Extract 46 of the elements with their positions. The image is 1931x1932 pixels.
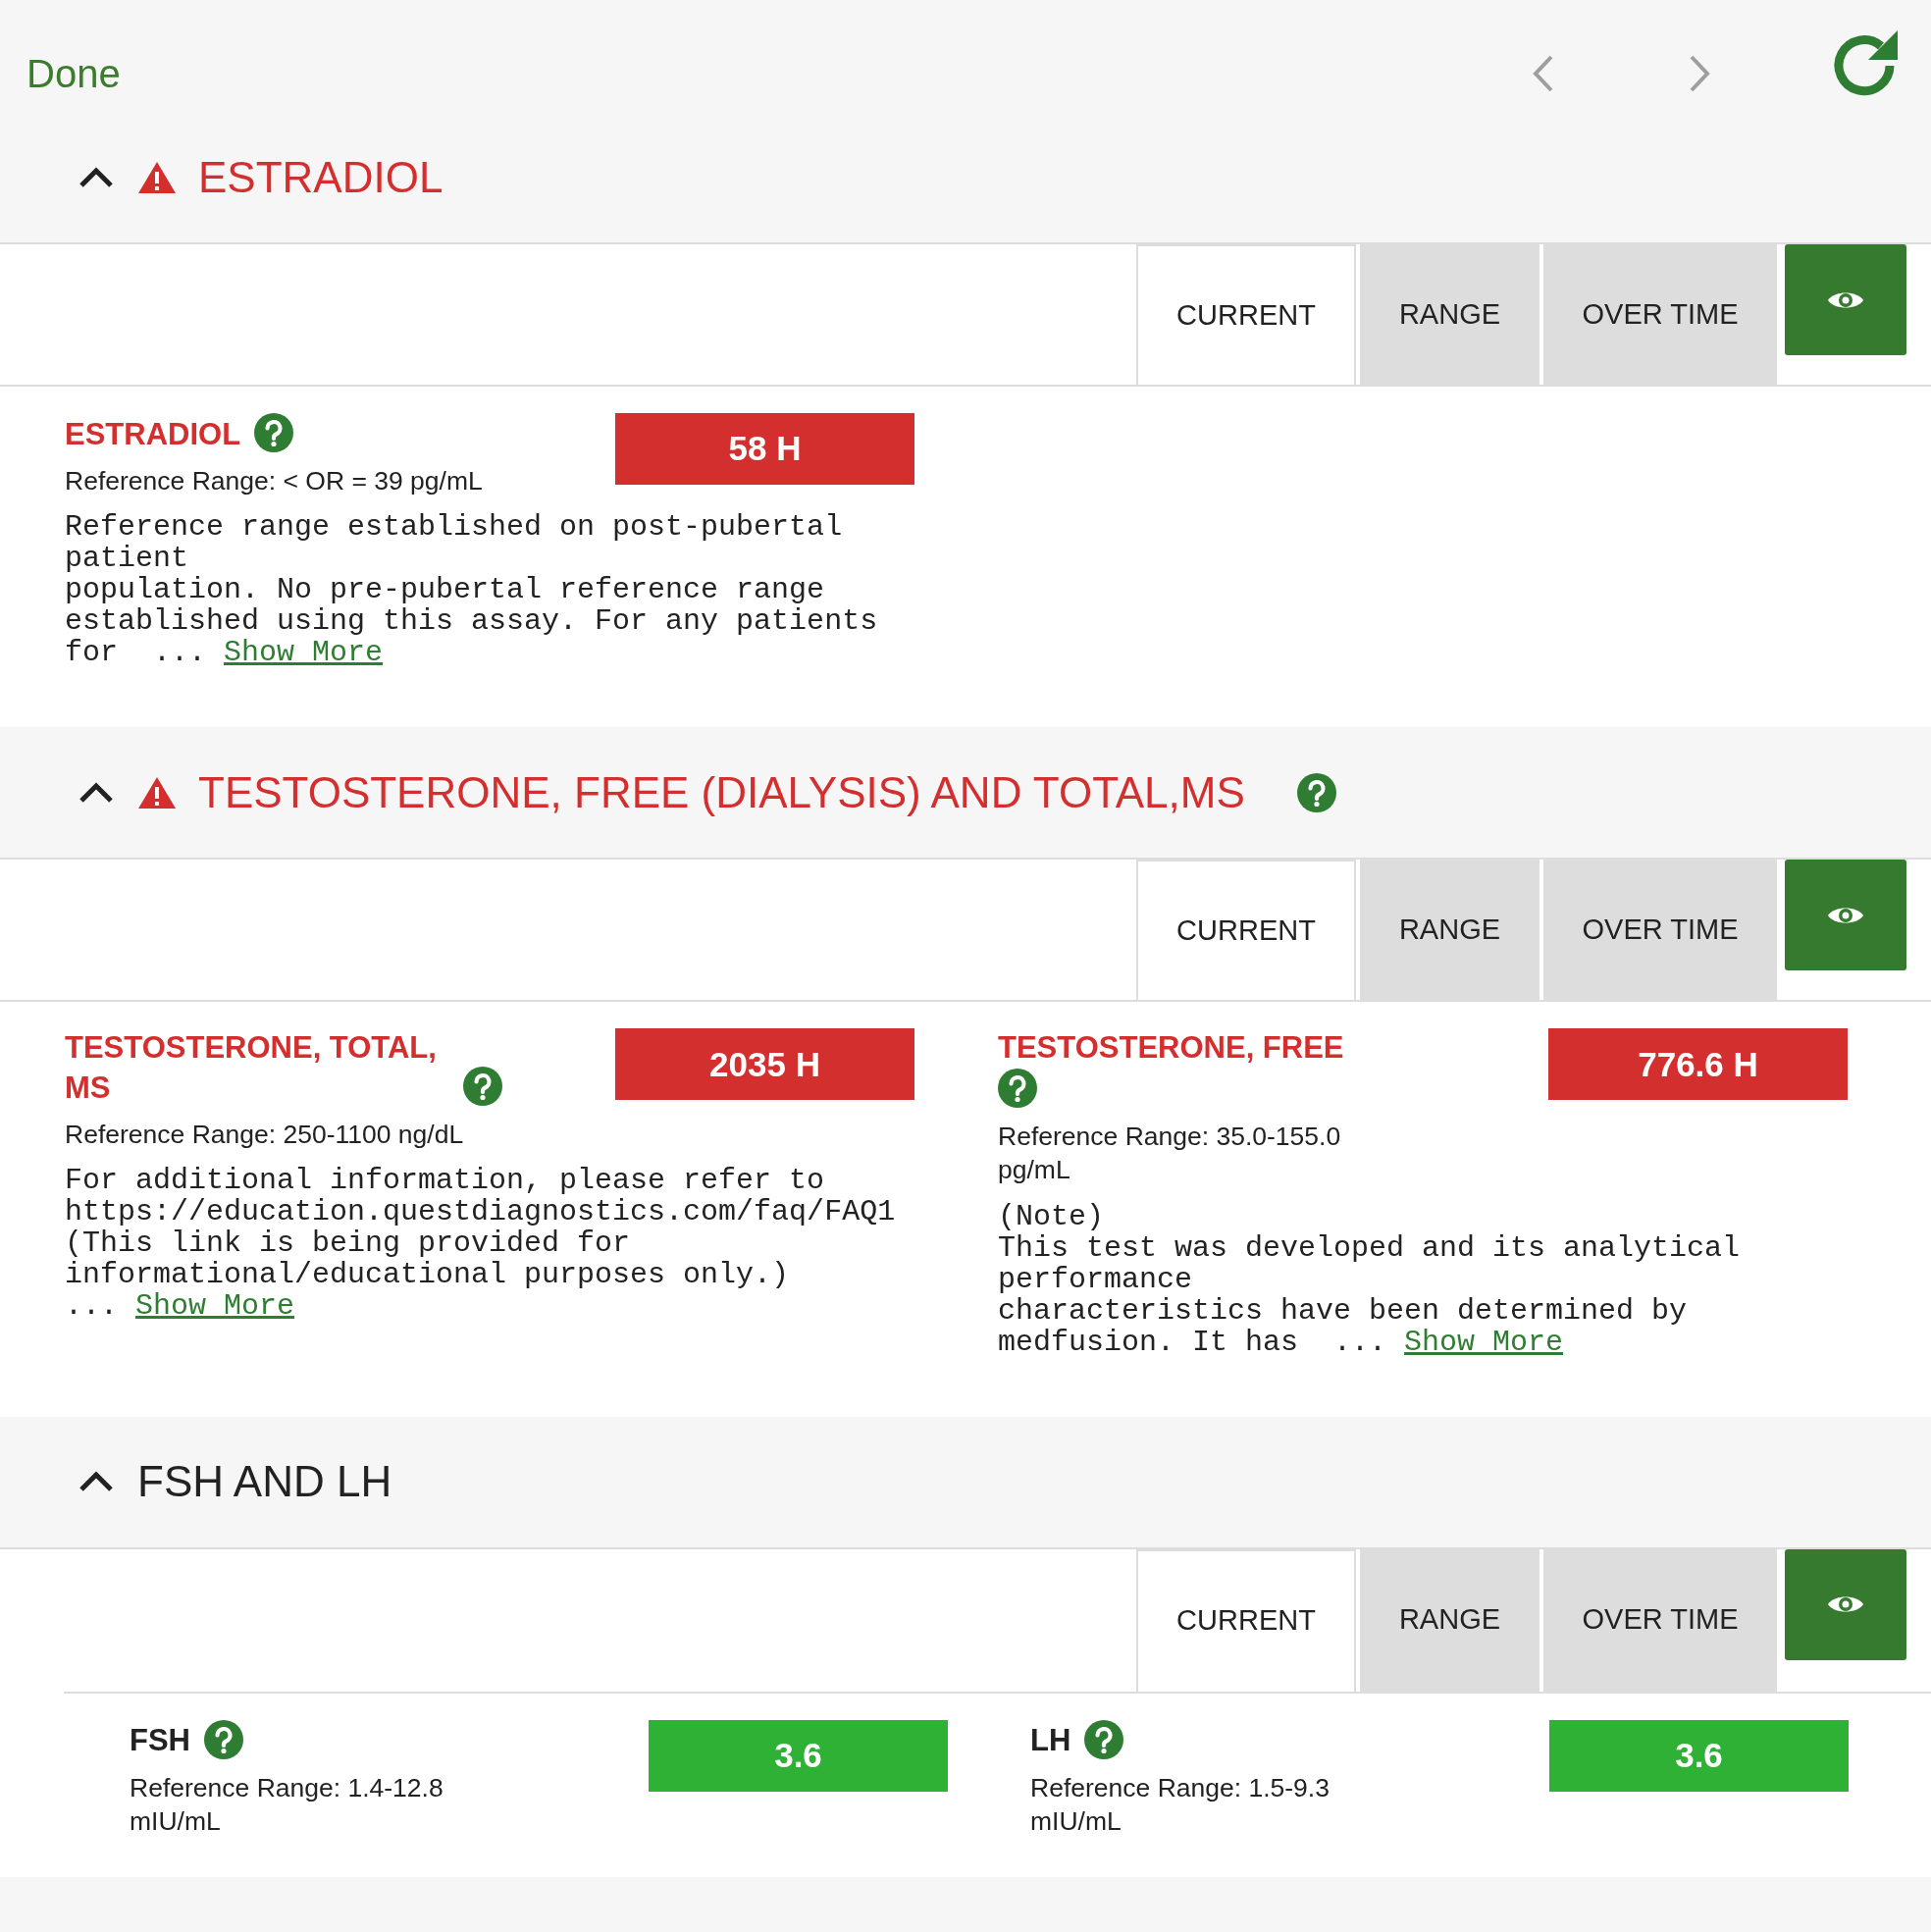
- result-name: FSH: [130, 1722, 190, 1760]
- section-title[interactable]: TESTOSTERONE, FREE (DIALYSIS) AND TOTAL,MS: [198, 770, 1245, 814]
- done-button[interactable]: Done: [26, 44, 121, 103]
- show-more-link[interactable]: Show More: [135, 1289, 295, 1323]
- reference-range: Reference Range: 250-1100 ng/dL: [65, 1119, 465, 1152]
- result-value: 3.6: [1549, 1719, 1849, 1792]
- result-name: TESTOSTERONE, TOTAL, MS: [65, 1029, 438, 1107]
- reference-range: Reference Range: 1.5-9.3 mIU/mL: [1030, 1771, 1331, 1839]
- result-name: LH: [1030, 1722, 1071, 1760]
- previous-button[interactable]: [1532, 54, 1555, 93]
- view-tab[interactable]: RANGE: [1360, 860, 1540, 1001]
- reference-range: Reference Range: < OR = 39 pg/mL: [65, 465, 484, 497]
- reference-range: Reference Range: 35.0-155.0 pg/mL: [998, 1120, 1342, 1187]
- result-value: 58 H: [615, 413, 914, 485]
- result-note: Reference range established on post-pubertal patient population. No pre-pubertal reference range established using this assay. For any patients for ... Show More: [65, 511, 879, 669]
- view-tab[interactable]: CURRENT: [1136, 244, 1356, 385]
- result-value: 2035 H: [615, 1028, 914, 1101]
- next-button[interactable]: [1688, 54, 1711, 93]
- result-note: For additional information, please refer to https://education.questdiagnostics.com/faq/FAQ1 (This link is being provided for informational/educational purposes only.) ... Show More: [65, 1165, 897, 1323]
- show-more-link[interactable]: Show More: [1404, 1325, 1564, 1358]
- help-icon: [463, 1067, 502, 1107]
- view-tab[interactable]: OVER TIME: [1543, 244, 1777, 385]
- chevron-left-icon: [1532, 54, 1555, 93]
- reference-range: Reference Range: 1.4-12.8 mIU/mL: [130, 1771, 444, 1839]
- section-title[interactable]: ESTRADIOL: [198, 155, 444, 199]
- help-icon: [1084, 1719, 1124, 1759]
- chevron-right-icon: [1688, 54, 1711, 93]
- result-name: TESTOSTERONE, FREE: [998, 1029, 1344, 1068]
- section-title[interactable]: FSH AND LH: [137, 1460, 392, 1504]
- view-tab[interactable]: RANGE: [1360, 1548, 1540, 1692]
- view-tab[interactable]: OVER TIME: [1543, 860, 1777, 1001]
- help-icon: [254, 413, 294, 452]
- view-tab[interactable]: CURRENT: [1136, 1548, 1356, 1692]
- visibility-button[interactable]: [1785, 1548, 1906, 1660]
- view-tab[interactable]: CURRENT: [1136, 860, 1356, 1001]
- visibility-button[interactable]: [1785, 244, 1906, 355]
- visibility-button[interactable]: [1785, 860, 1906, 971]
- show-more-link[interactable]: Show More: [224, 636, 384, 669]
- result-name: ESTRADIOL: [65, 415, 241, 453]
- result-note: (Note) This test was developed and its analytical performance characteristics have been determined by medfusion. It has ... Show More: [998, 1200, 1742, 1358]
- view-tab[interactable]: RANGE: [1360, 244, 1540, 385]
- result-value: 3.6: [649, 1719, 948, 1792]
- view-tab[interactable]: OVER TIME: [1543, 1548, 1777, 1692]
- help-icon: [998, 1068, 1037, 1108]
- help-icon: [204, 1719, 243, 1759]
- result-value: 776.6 H: [1548, 1028, 1848, 1101]
